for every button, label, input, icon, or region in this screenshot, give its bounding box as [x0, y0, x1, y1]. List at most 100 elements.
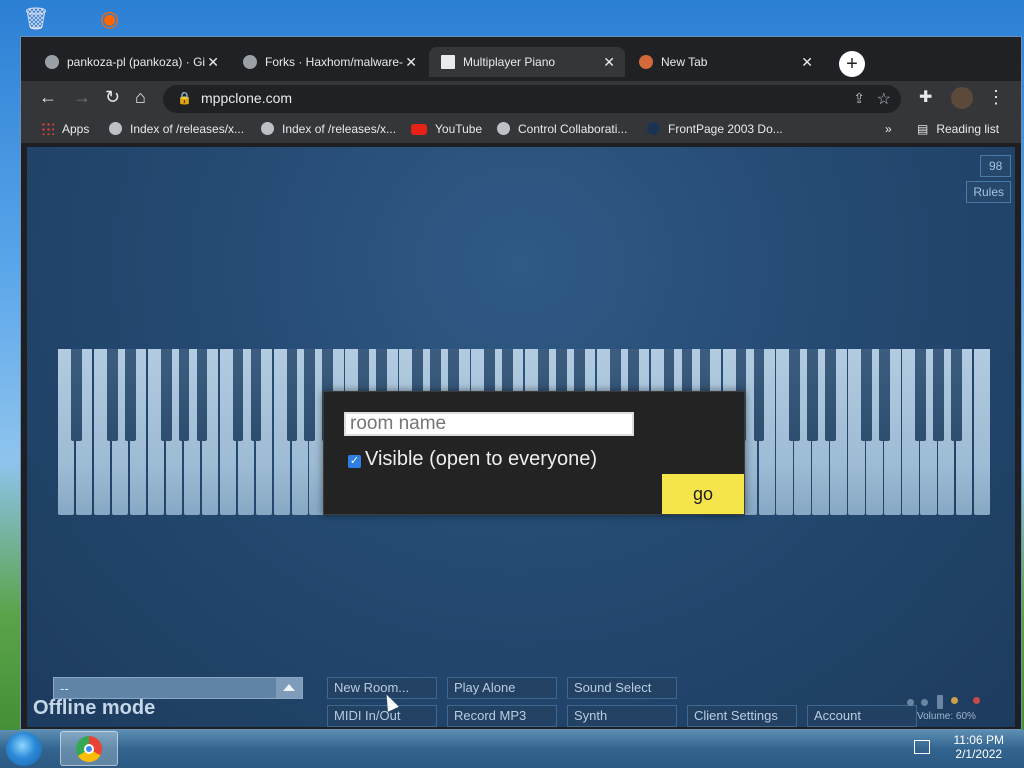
new-tab-favicon-icon: [639, 55, 653, 69]
close-tab-icon[interactable]: ✕: [603, 47, 615, 77]
black-key[interactable]: [915, 349, 926, 441]
toolbar: ← → ↻ ⌂ 🔒 mppclone.com ⇪ ☆ ✚ ⋮: [21, 81, 1021, 117]
black-key[interactable]: [70, 349, 82, 441]
volume-dot: [951, 697, 958, 704]
bookmark-label: Control Collaborati...: [518, 122, 628, 136]
black-key[interactable]: [106, 349, 118, 441]
synth-button[interactable]: Synth: [567, 705, 677, 727]
tab-pankoza[interactable]: pankoza-pl (pankoza) · Gi ✕: [33, 47, 229, 77]
bookmark-index-2[interactable]: Index of /releases/x...: [261, 122, 396, 136]
share-icon[interactable]: ⇪: [853, 90, 865, 107]
black-key[interactable]: [753, 349, 765, 441]
black-key[interactable]: [789, 349, 801, 441]
visible-checkbox[interactable]: ✓: [348, 455, 361, 468]
url-text: mppclone.com: [201, 90, 293, 106]
github-icon: [45, 55, 59, 69]
bookmark-control-collaboration[interactable]: Control Collaborati...: [497, 122, 627, 136]
sound-select-button[interactable]: Sound Select: [567, 677, 677, 699]
close-tab-icon[interactable]: ✕: [207, 47, 219, 77]
bookmark-frontpage[interactable]: FrontPage 2003 Do...: [647, 122, 783, 136]
bookmark-apps[interactable]: Apps: [41, 122, 89, 136]
profile-avatar[interactable]: [951, 87, 973, 109]
bookmark-label: YouTube: [435, 122, 483, 136]
more-bookmarks-button[interactable]: »: [885, 122, 892, 136]
black-key[interactable]: [250, 349, 262, 441]
close-tab-icon[interactable]: ✕: [405, 47, 417, 77]
piano-icon: [441, 55, 455, 69]
black-key[interactable]: [304, 349, 316, 441]
midi-in-out-button[interactable]: MIDI In/Out: [327, 705, 437, 727]
globe-icon: [261, 122, 274, 135]
address-bar[interactable]: 🔒 mppclone.com ⇪ ☆: [163, 85, 901, 113]
tab-new-tab[interactable]: New Tab ✕: [627, 47, 823, 77]
chevron-up-icon[interactable]: [276, 678, 302, 698]
bookmark-label: Index of /releases/x...: [130, 122, 245, 136]
record-mp3-button[interactable]: Record MP3: [447, 705, 557, 727]
account-button[interactable]: Account: [807, 705, 917, 727]
black-key[interactable]: [232, 349, 244, 441]
black-key[interactable]: [825, 349, 837, 441]
tab-title: pankoza-pl (pankoza) · Gi: [67, 55, 206, 69]
home-icon[interactable]: ⌂: [135, 87, 146, 108]
offline-status: Offline mode: [33, 697, 156, 719]
chrome-icon: [76, 736, 102, 762]
forward-arrow-icon[interactable]: →: [73, 87, 91, 108]
black-key[interactable]: [124, 349, 136, 441]
new-room-dialog: ✓ Visible (open to everyone) go: [323, 391, 745, 515]
black-key[interactable]: [879, 349, 890, 441]
extensions-icon[interactable]: ✚: [919, 87, 932, 107]
globe-icon: [109, 122, 122, 135]
black-key[interactable]: [286, 349, 298, 441]
back-arrow-icon[interactable]: ←: [39, 87, 57, 108]
volume-dot: [907, 699, 914, 706]
tab-multiplayer-piano[interactable]: Multiplayer Piano ✕: [429, 47, 625, 77]
network-icon[interactable]: [914, 740, 930, 754]
visible-option[interactable]: ✓ Visible (open to everyone): [348, 448, 597, 471]
top-right-controls: 98 Rules: [966, 155, 1011, 207]
black-key[interactable]: [861, 349, 873, 441]
client-settings-button[interactable]: Client Settings: [687, 705, 797, 727]
tab-title: Multiplayer Piano: [463, 55, 556, 69]
recycle-bin-icon[interactable]: 🗑: [22, 6, 50, 32]
bookmark-label: Index of /releases/x...: [282, 122, 397, 136]
youtube-icon: [411, 124, 427, 135]
volume-dial[interactable]: [907, 687, 987, 709]
taskbar-chrome-button[interactable]: [60, 731, 118, 766]
room-name-input[interactable]: [344, 412, 634, 436]
start-button[interactable]: [6, 732, 42, 766]
white-key[interactable]: [974, 349, 991, 515]
close-tab-icon[interactable]: ✕: [801, 47, 813, 77]
quota-button[interactable]: 98: [980, 155, 1011, 177]
room-select-value: --: [60, 681, 69, 696]
taskbar: 11:06 PM 2/1/2022: [0, 730, 1024, 768]
play-alone-button[interactable]: Play Alone: [447, 677, 557, 699]
black-key[interactable]: [933, 349, 944, 441]
black-key[interactable]: [178, 349, 190, 441]
github-icon: [243, 55, 257, 69]
go-button[interactable]: go: [662, 474, 744, 514]
bookmark-label: Apps: [62, 122, 90, 136]
rules-button[interactable]: Rules: [966, 181, 1011, 203]
menu-kebab-icon[interactable]: ⋮: [987, 87, 1005, 108]
reading-list-button[interactable]: ▤ Reading list: [917, 122, 999, 136]
reading-list-label: Reading list: [936, 122, 1000, 136]
bookmark-index-1[interactable]: Index of /releases/x...: [109, 122, 244, 136]
bookmark-star-icon[interactable]: ☆: [877, 89, 891, 109]
tab-bar: pankoza-pl (pankoza) · Gi ✕ Forks · Haxh…: [21, 37, 1021, 85]
reload-icon[interactable]: ↻: [105, 87, 120, 108]
room-select[interactable]: --: [53, 677, 303, 699]
visible-label: Visible (open to everyone): [365, 448, 597, 470]
black-key[interactable]: [951, 349, 962, 441]
black-key[interactable]: [196, 349, 208, 441]
volume-dot: [937, 695, 943, 709]
firefox-icon[interactable]: ◉: [100, 6, 119, 32]
black-key[interactable]: [160, 349, 172, 441]
frontpage-icon: [647, 122, 660, 135]
new-tab-button[interactable]: +: [839, 51, 865, 77]
system-clock[interactable]: 11:06 PM 2/1/2022: [954, 733, 1004, 761]
bookmark-youtube[interactable]: YouTube: [411, 122, 482, 136]
browser-window: – ▫ ✕ pankoza-pl (pankoza) · Gi ✕ Forks …: [20, 36, 1022, 730]
black-key[interactable]: [807, 349, 819, 441]
tab-forks[interactable]: Forks · Haxhom/malware- ✕: [231, 47, 427, 77]
globe-icon: [497, 122, 510, 135]
